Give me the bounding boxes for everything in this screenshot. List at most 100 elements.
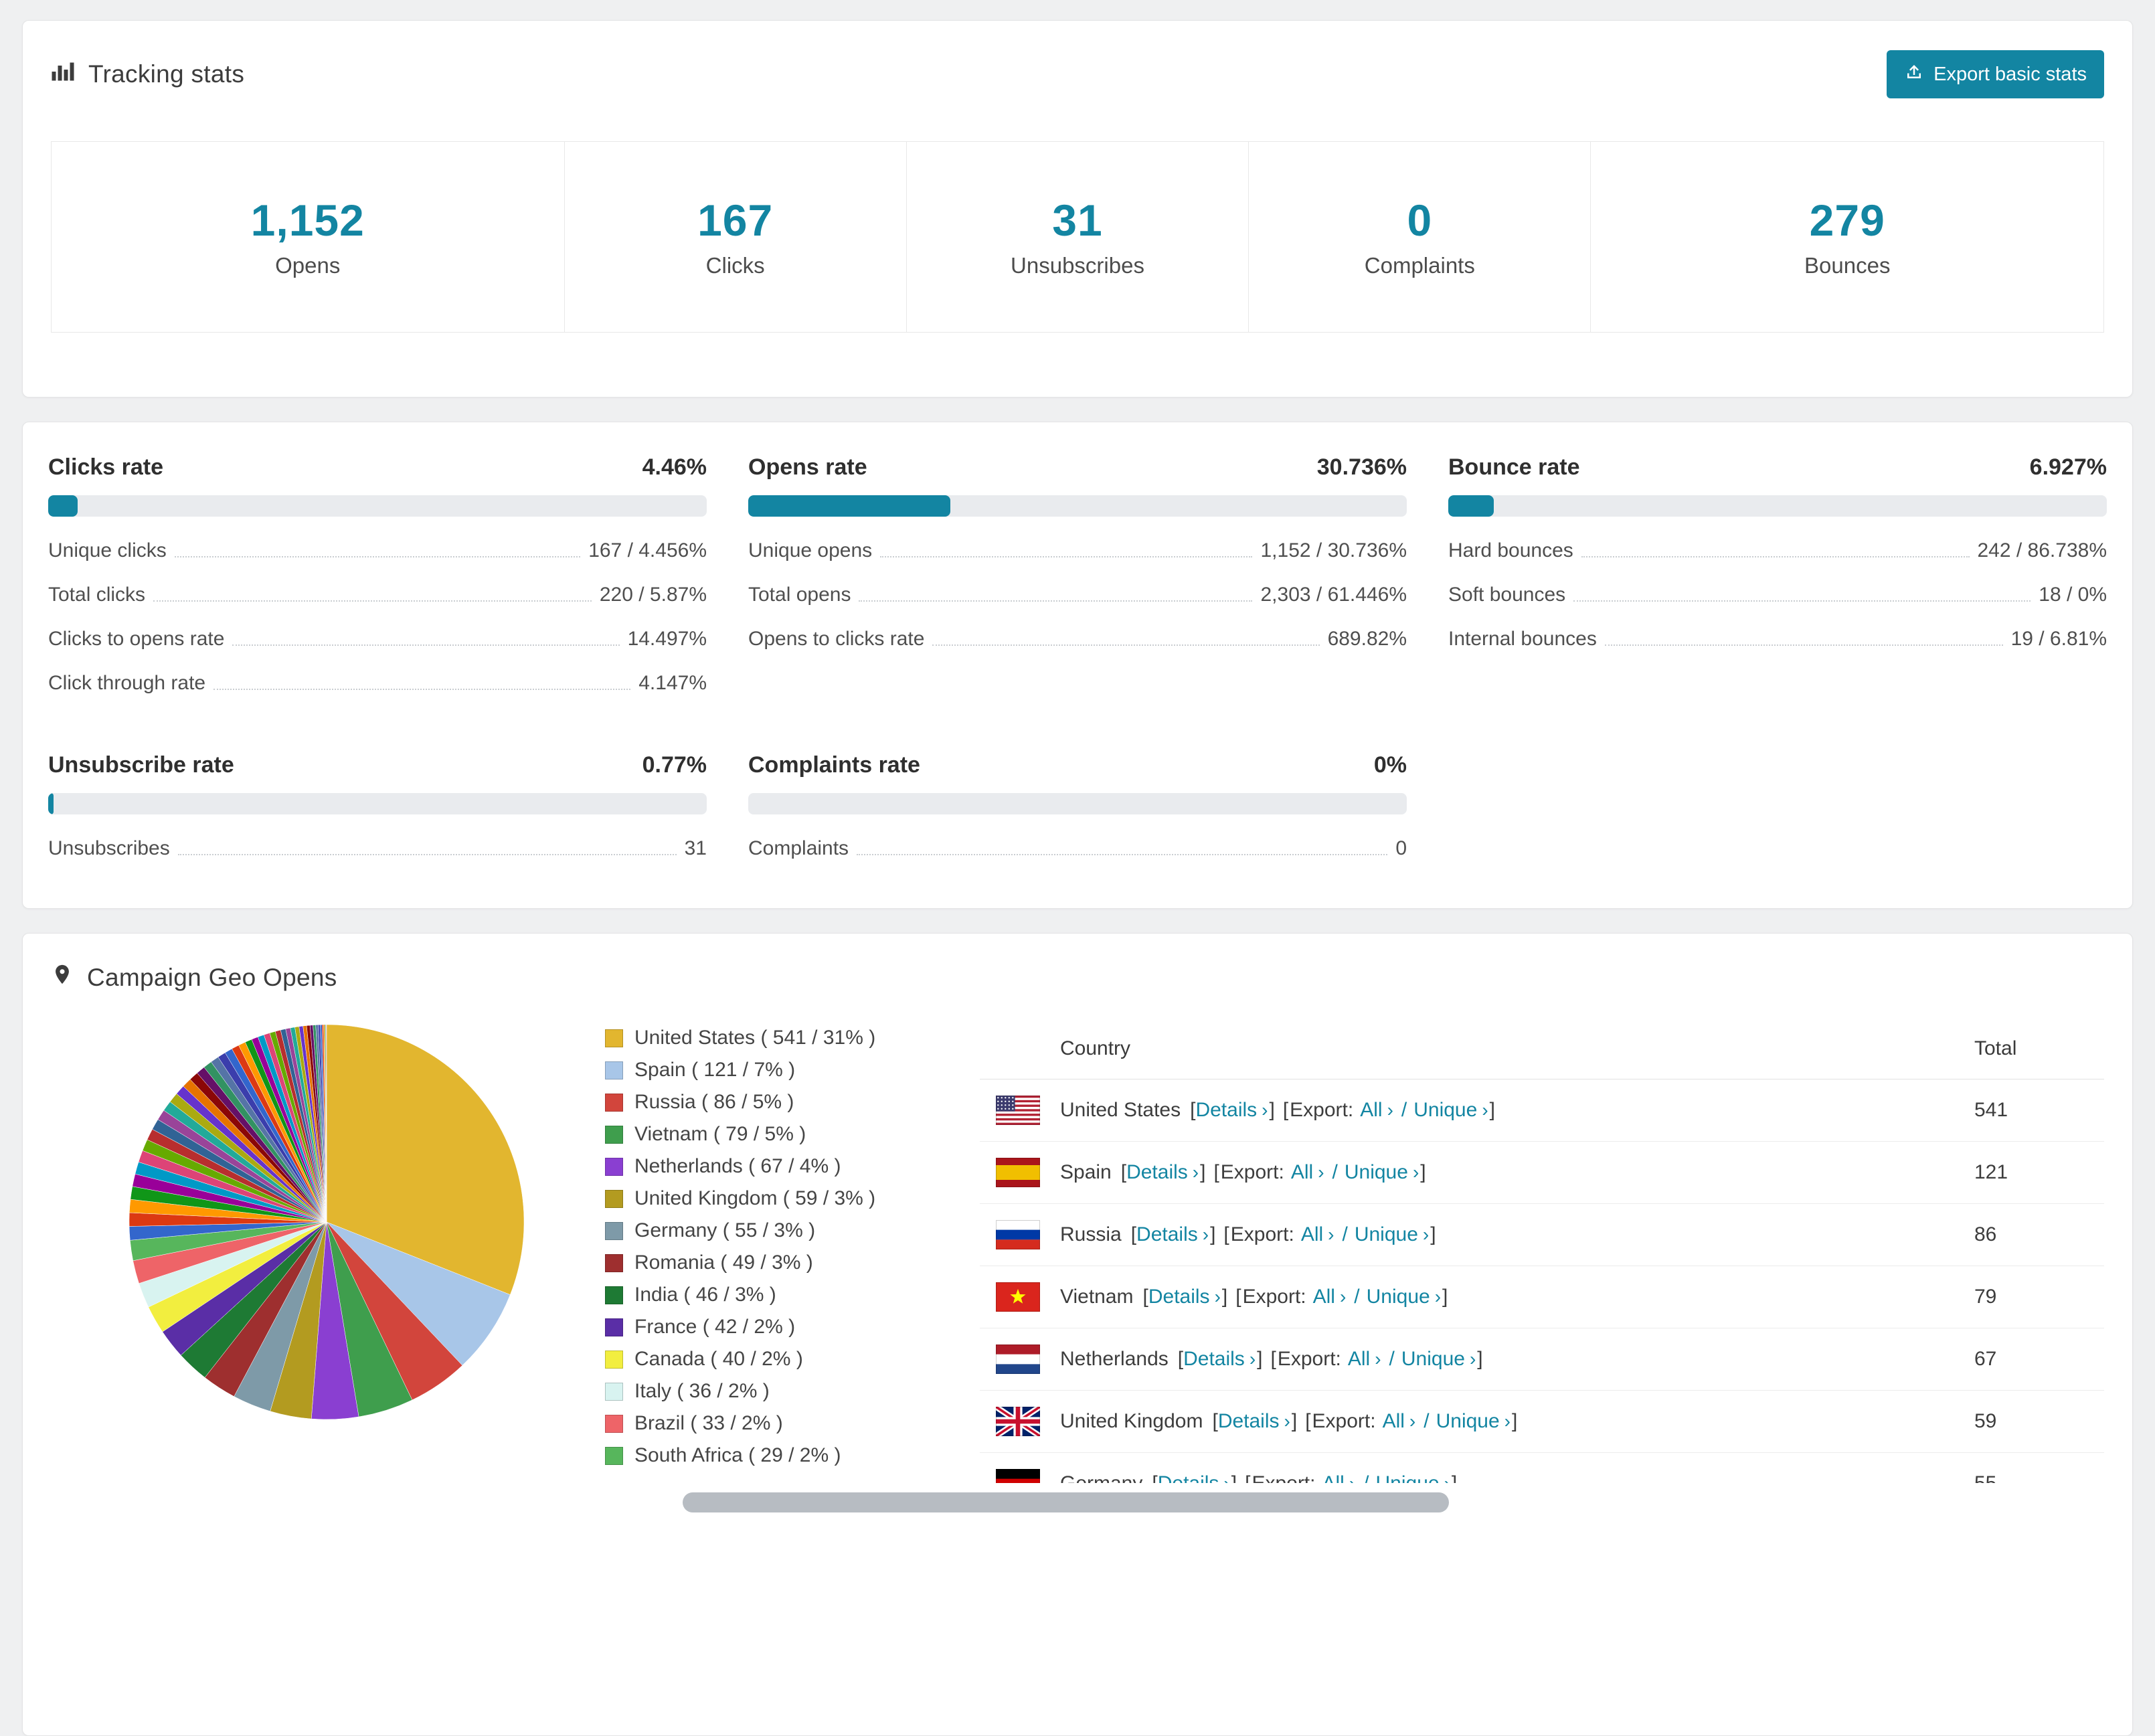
export-label: Export:: [1277, 1348, 1341, 1370]
rate-section: Opens rate 30.736% Unique opens 1,152 / …: [748, 454, 1407, 705]
slash-separator: /: [1389, 1348, 1395, 1370]
rate-detail-row: Unique clicks 167 / 4.456%: [48, 529, 707, 573]
export-all-link[interactable]: All: [1313, 1286, 1335, 1308]
details-link[interactable]: Details: [1136, 1223, 1198, 1245]
chevron-icon: ›: [1284, 1411, 1290, 1431]
chevron-icon: ›: [1249, 1349, 1256, 1369]
rate-row-value: 4.147%: [638, 672, 707, 694]
legend-color-swatch: [605, 1029, 623, 1047]
legend-color-swatch: [605, 1253, 623, 1272]
rate-detail-row: Unique opens 1,152 / 30.736%: [748, 529, 1407, 573]
rate-section: Complaints rate 0% Complaints 0: [748, 752, 1407, 871]
dotted-leader: [153, 600, 592, 602]
rate-detail-row: Clicks to opens rate 14.497%: [48, 617, 707, 661]
tracking-title: Tracking stats: [51, 60, 244, 90]
export-basic-stats-button[interactable]: Export basic stats: [1887, 50, 2104, 98]
rate-progress-fill: [1448, 495, 1494, 517]
export-unique-link[interactable]: Unique: [1413, 1099, 1477, 1121]
export-unique-link[interactable]: Unique: [1367, 1286, 1430, 1308]
export-unique-link[interactable]: Unique: [1436, 1410, 1500, 1432]
details-link[interactable]: Details: [1195, 1099, 1257, 1121]
bracket: [: [1213, 1161, 1219, 1183]
rate-detail-row: Internal bounces 19 / 6.81%: [1448, 617, 2107, 661]
legend-item: Brazil ( 33 / 2% ): [605, 1412, 980, 1435]
chevron-icon: ›: [1192, 1162, 1199, 1183]
rate-section: Unsubscribe rate 0.77% Unsubscribes 31: [48, 752, 707, 871]
stat-label: Clicks: [705, 253, 765, 278]
export-unique-link[interactable]: Unique: [1401, 1348, 1465, 1370]
stat-value: 167: [697, 195, 774, 245]
legend-item: Italy ( 36 / 2% ): [605, 1380, 980, 1403]
rate-title: Complaints rate: [748, 752, 920, 778]
export-all-link[interactable]: All: [1360, 1099, 1382, 1121]
rate-rows: Unique clicks 167 / 4.456% Total clicks …: [48, 529, 707, 705]
bracket: ]: [1512, 1410, 1518, 1432]
export-all-link[interactable]: All: [1322, 1472, 1344, 1483]
export-group: [Export:All›/Unique›]: [1283, 1099, 1495, 1122]
tracking-title-text: Tracking stats: [88, 60, 245, 88]
legend-label: United Kingdom ( 59 / 3% ): [634, 1187, 876, 1209]
rate-detail-row: Complaints 0: [748, 827, 1407, 871]
chevron-icon: ›: [1412, 1162, 1419, 1183]
rate-header: Clicks rate 4.46%: [48, 454, 707, 481]
legend-label: Spain ( 121 / 7% ): [634, 1059, 796, 1081]
export-group: [Export:All›/Unique›]: [1213, 1161, 1426, 1184]
legend-color-swatch: [605, 1125, 623, 1144]
bracket: [: [1282, 1099, 1289, 1121]
export-all-link[interactable]: All: [1348, 1348, 1370, 1370]
chevron-icon: ›: [1444, 1473, 1450, 1483]
legend-color-swatch: [605, 1446, 623, 1465]
details-link[interactable]: Details: [1158, 1472, 1219, 1483]
horizontal-scrollbar[interactable]: [683, 1492, 1449, 1512]
table-row: Vietnam [Details ›] [Export: All › / Unique ›]…: [980, 1266, 2104, 1328]
export-label: Export:: [1242, 1286, 1306, 1308]
export-group: [Export:All›/Unique›]: [1245, 1472, 1457, 1483]
chevron-icon: ›: [1434, 1286, 1442, 1307]
rate-detail-row: Soft bounces 18 / 0%: [1448, 573, 2107, 617]
table-body: United States [Details ›] [Export: All › / Un…: [980, 1079, 2104, 1483]
pie-svg[interactable]: [126, 1021, 527, 1423]
bracket: [: [1223, 1223, 1229, 1245]
rate-row-label: Click through rate: [48, 672, 206, 694]
rate-value: 6.927%: [2029, 454, 2107, 480]
details-link[interactable]: Details: [1126, 1161, 1188, 1183]
rate-detail-row: Click through rate 4.147%: [48, 661, 707, 705]
rate-row-label: Hard bounces: [1448, 539, 1573, 561]
legend-item: France ( 42 / 2% ): [605, 1316, 980, 1338]
export-unique-link[interactable]: Unique: [1355, 1223, 1418, 1245]
chevron-icon: ›: [1422, 1224, 1430, 1245]
export-all-link[interactable]: All: [1291, 1161, 1313, 1183]
rate-row-label: Clicks to opens rate: [48, 628, 225, 650]
rate-value: 0.77%: [642, 752, 707, 778]
table-row: Russia [Details ›] [Export: All › / Unique ›] …: [980, 1204, 2104, 1266]
export-unique-link[interactable]: Unique: [1376, 1472, 1440, 1483]
legend-label: Romania ( 49 / 3% ): [634, 1251, 813, 1274]
rate-row-value: 31: [684, 837, 707, 859]
table-row: Germany [Details›] [Export:All›/Unique›]…: [980, 1453, 2104, 1483]
rate-value: 30.736%: [1316, 454, 1407, 480]
details-link[interactable]: Details: [1218, 1410, 1280, 1432]
country-flag-icon: [996, 1220, 1040, 1249]
slash-separator: /: [1363, 1472, 1369, 1483]
bracket: [: [1305, 1410, 1311, 1432]
details-link[interactable]: Details: [1148, 1286, 1210, 1308]
stat-label: Complaints: [1364, 253, 1475, 278]
rate-row-label: Opens to clicks rate: [748, 628, 925, 650]
table-header: Country Total: [980, 1019, 2104, 1079]
details-link[interactable]: Details: [1183, 1348, 1245, 1370]
bracket: [: [1142, 1286, 1148, 1308]
export-unique-link[interactable]: Unique: [1345, 1161, 1408, 1183]
export-group: [Export:All›/Unique›]: [1235, 1286, 1448, 1308]
details-group: [Details›]: [1190, 1099, 1275, 1122]
legend-item: Germany ( 55 / 3% ): [605, 1219, 980, 1242]
export-all-link[interactable]: All: [1301, 1223, 1323, 1245]
details-group: [Details›]: [1131, 1223, 1216, 1246]
export-label: Export:: [1252, 1472, 1315, 1483]
bracket: ]: [1200, 1161, 1206, 1183]
legend-item: Romania ( 49 / 3% ): [605, 1251, 980, 1274]
legend-color-swatch: [605, 1189, 623, 1208]
export-all-link[interactable]: All: [1383, 1410, 1405, 1432]
country-cell: Vietnam [Details ›] [Export: All › / Unique ›]: [996, 1282, 1974, 1312]
country-total: 55: [1974, 1472, 2088, 1483]
legend-label: Russia ( 86 / 5% ): [634, 1091, 794, 1113]
